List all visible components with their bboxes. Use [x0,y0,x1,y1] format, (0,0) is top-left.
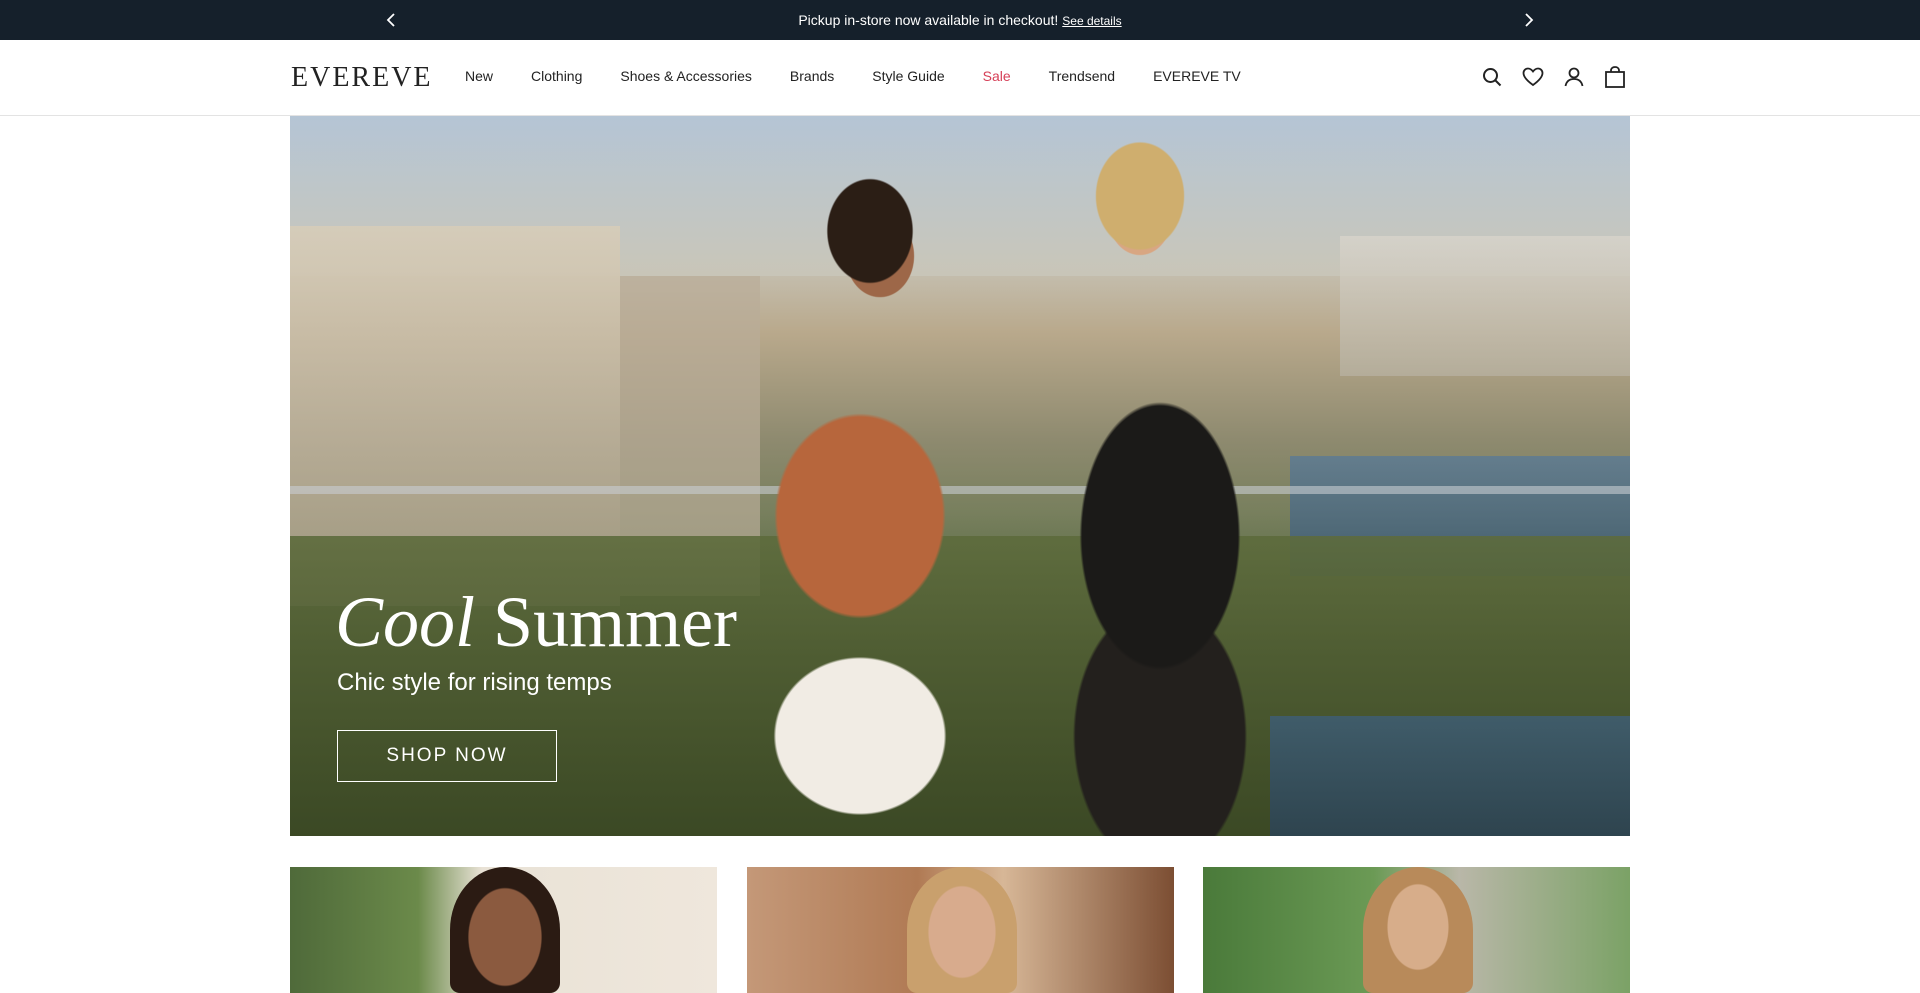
hero-subtitle: Chic style for rising temps [337,669,612,696]
nav-item-new[interactable]: New [465,68,493,84]
tile-model-image [1363,867,1473,993]
bag-icon[interactable] [1603,65,1627,89]
hero-title: Cool Summer [335,586,737,658]
search-icon[interactable] [1480,65,1504,89]
header-icons [1480,65,1644,89]
main-nav: New Clothing Shoes & Accessories Brands … [465,68,1279,84]
hero-title-rest: Summer [493,582,738,662]
announcement-text: Pickup in-store now available in checkou… [798,12,1059,28]
shop-now-button[interactable]: SHOP NOW [337,730,557,782]
nav-item-clothing[interactable]: Clothing [531,68,582,84]
category-tile[interactable] [290,867,717,993]
category-tile[interactable] [1203,867,1630,993]
hero-buildings [1340,236,1630,376]
tile-model-image [907,867,1017,993]
nav-item-brands[interactable]: Brands [790,68,834,84]
hero-model-left [710,136,1010,836]
site-header: EVEREVE New Clothing Shoes & Accessories… [0,40,1920,116]
see-details-link[interactable]: See details [1062,14,1121,28]
heart-icon[interactable] [1521,65,1545,89]
hero-banner[interactable]: Cool Summer Chic style for rising temps … [290,116,1630,836]
tile-model-image [450,867,560,993]
chevron-left-icon[interactable] [381,10,401,30]
announcement-bar: Pickup in-store now available in checkou… [0,0,1920,40]
hero-model-right [1010,116,1350,836]
chevron-right-icon[interactable] [1519,10,1539,30]
hero-title-italic: Cool [335,582,476,662]
nav-item-sale[interactable]: Sale [983,68,1011,84]
nav-item-evereve-tv[interactable]: EVEREVE TV [1153,68,1241,84]
nav-item-trendsend[interactable]: Trendsend [1049,68,1115,84]
account-icon[interactable] [1562,65,1586,89]
logo[interactable]: EVEREVE [291,62,433,94]
nav-item-shoes-accessories[interactable]: Shoes & Accessories [620,68,752,84]
category-tile[interactable] [747,867,1174,993]
nav-item-style-guide[interactable]: Style Guide [872,68,944,84]
announcement-message: Pickup in-store now available in checkou… [798,12,1121,28]
